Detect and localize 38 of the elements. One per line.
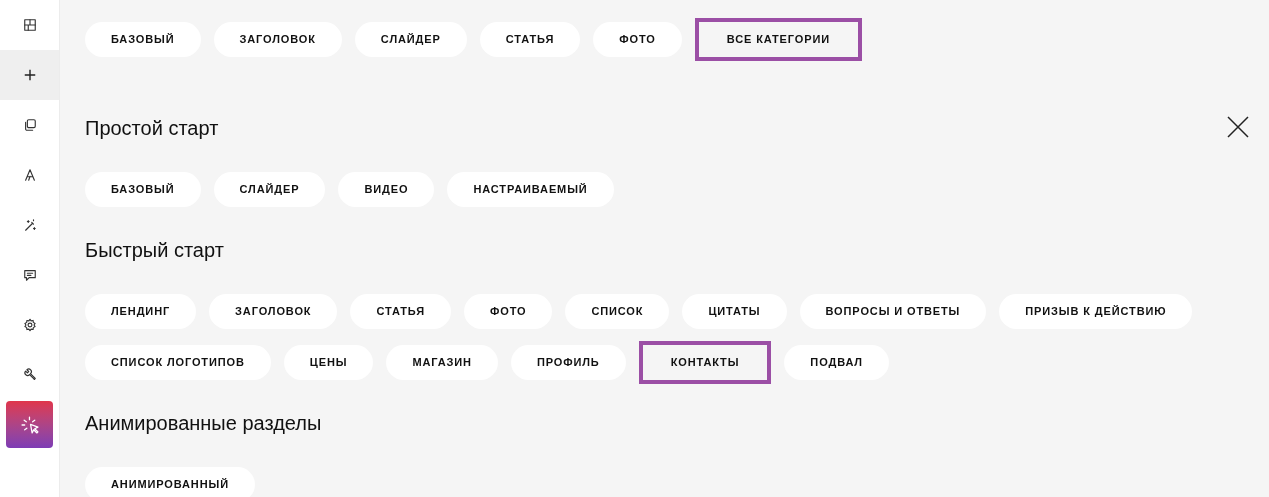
category-chip[interactable]: СТАТЬЯ: [350, 294, 451, 329]
close-icon: [1226, 115, 1250, 139]
copy-icon: [22, 118, 37, 132]
wrench-icon: [22, 368, 37, 382]
category-chip[interactable]: ПОДВАЛ: [784, 345, 889, 380]
section-heading: Быстрый старт: [85, 238, 224, 262]
category-chip[interactable]: СПИСОК: [565, 294, 670, 329]
category-chip[interactable]: ФОТО: [463, 294, 553, 329]
cursor-click-button[interactable]: [6, 401, 53, 448]
close-button[interactable]: [1226, 115, 1250, 139]
section-heading: Простой старт: [85, 116, 219, 140]
category-chip[interactable]: ЦИТАТЫ: [682, 294, 787, 329]
category-chip[interactable]: СТАТЬЯ: [479, 22, 581, 57]
category-chip[interactable]: ВИДЕО: [338, 172, 435, 207]
category-chip[interactable]: СПИСОК ЛОГОТИПОВ: [85, 345, 271, 380]
category-chip[interactable]: СЛАЙДЕР: [354, 22, 467, 57]
section-heading: Анимированные разделы: [85, 411, 322, 435]
letter-icon: [22, 168, 37, 182]
category-chip[interactable]: ФОТО: [593, 22, 682, 57]
category-chip[interactable]: ВОПРОСЫ И ОТВЕТЫ: [799, 294, 987, 329]
category-chip[interactable]: СЛАЙДЕР: [213, 172, 326, 207]
cursor-icon: [20, 415, 39, 434]
category-chip[interactable]: МАГАЗИН: [386, 345, 498, 380]
settings-icon: [22, 318, 37, 332]
category-chip[interactable]: ЗАГОЛОВОК: [209, 294, 338, 329]
category-chip[interactable]: ПРИЗЫВ К ДЕЙСТВИЮ: [999, 294, 1193, 329]
category-chip[interactable]: АНИМИРОВАННЫЙ: [85, 467, 255, 497]
layout-icon: [22, 18, 37, 32]
magic-wand-icon: [22, 218, 37, 232]
category-chip[interactable]: БАЗОВЫЙ: [85, 22, 201, 57]
category-chip[interactable]: ЗАГОЛОВОК: [213, 22, 342, 57]
category-chip[interactable]: ЦЕНЫ: [283, 345, 374, 380]
category-chip[interactable]: БАЗОВЫЙ: [85, 172, 201, 207]
category-chip[interactable]: ЛЕНДИНГ: [85, 294, 197, 329]
category-chip[interactable]: ПРОФИЛЬ: [510, 345, 626, 380]
comment-icon: [22, 268, 37, 282]
category-chip[interactable]: НАСТРАИВАЕМЫЙ: [447, 172, 614, 207]
plus-icon: [22, 68, 37, 82]
